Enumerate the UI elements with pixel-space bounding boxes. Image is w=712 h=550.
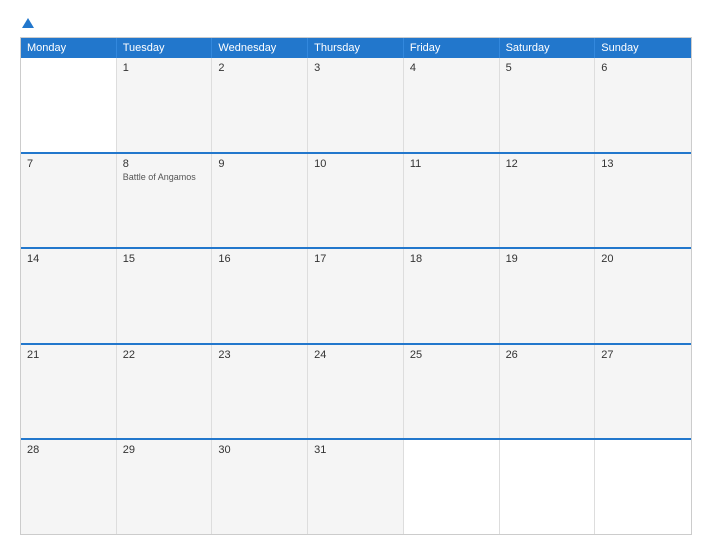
logo-triangle-icon [22,18,34,28]
day-number: 2 [218,62,301,74]
day-number: 20 [601,253,685,265]
cal-cell [500,440,596,534]
calendar-header: MondayTuesdayWednesdayThursdayFridaySatu… [21,38,691,58]
day-number: 7 [27,158,110,170]
calendar: MondayTuesdayWednesdayThursdayFridaySatu… [20,37,692,535]
cal-cell: 1 [117,58,213,152]
day-header-thursday: Thursday [308,38,404,58]
event-label: Battle of Angamos [123,172,206,182]
week-row-4: 28 29 30 31 [21,440,691,534]
cal-cell: 22 [117,345,213,439]
day-number: 8 [123,158,206,170]
cal-cell: 10 [308,154,404,248]
cal-cell: 9 [212,154,308,248]
day-number: 30 [218,444,301,456]
cal-cell: 18 [404,249,500,343]
cal-cell: 27 [595,345,691,439]
cal-cell: 12 [500,154,596,248]
calendar-body: 12345678Battle of Angamos910111213141516… [21,58,691,534]
day-number: 12 [506,158,589,170]
cal-cell: 19 [500,249,596,343]
cal-cell [404,440,500,534]
cal-cell: 21 [21,345,117,439]
day-number: 1 [123,62,206,74]
day-header-wednesday: Wednesday [212,38,308,58]
cal-cell: 16 [212,249,308,343]
cal-cell: 28 [21,440,117,534]
day-number: 26 [506,349,589,361]
cal-cell [21,58,117,152]
cal-cell: 25 [404,345,500,439]
cal-cell: 15 [117,249,213,343]
cal-cell: 23 [212,345,308,439]
day-number: 19 [506,253,589,265]
day-number: 28 [27,444,110,456]
day-number: 14 [27,253,110,265]
day-number: 4 [410,62,493,74]
cal-cell: 30 [212,440,308,534]
day-header-saturday: Saturday [500,38,596,58]
cal-cell: 5 [500,58,596,152]
cal-cell: 4 [404,58,500,152]
logo [20,15,34,29]
week-row-1: 7 8 Battle of Angamos 9 10 11 12 13 [21,154,691,250]
cal-cell: 14 [21,249,117,343]
cal-cell: 20 [595,249,691,343]
day-header-tuesday: Tuesday [117,38,213,58]
day-number: 16 [218,253,301,265]
day-number: 9 [218,158,301,170]
page: MondayTuesdayWednesdayThursdayFridaySatu… [0,0,712,550]
logo-blue-text [20,15,34,29]
cal-cell: 6 [595,58,691,152]
day-header-monday: Monday [21,38,117,58]
day-header-friday: Friday [404,38,500,58]
cal-cell: 17 [308,249,404,343]
cal-cell: 8 Battle of Angamos [117,154,213,248]
day-number: 21 [27,349,110,361]
day-number: 13 [601,158,685,170]
week-row-0: 123456 [21,58,691,154]
cal-cell: 24 [308,345,404,439]
cal-cell: 31 [308,440,404,534]
day-number: 5 [506,62,589,74]
header [20,15,692,29]
day-number: 10 [314,158,397,170]
cal-cell: 3 [308,58,404,152]
cal-cell: 29 [117,440,213,534]
cal-cell: 11 [404,154,500,248]
day-number: 6 [601,62,685,74]
cal-cell: 7 [21,154,117,248]
day-number: 22 [123,349,206,361]
day-number: 25 [410,349,493,361]
day-number: 24 [314,349,397,361]
day-number: 31 [314,444,397,456]
cal-cell: 13 [595,154,691,248]
day-number: 27 [601,349,685,361]
cal-cell [595,440,691,534]
day-number: 29 [123,444,206,456]
week-row-2: 14 15 16 17 18 19 20 [21,249,691,345]
day-number: 23 [218,349,301,361]
day-number: 11 [410,158,493,170]
day-number: 3 [314,62,397,74]
week-row-3: 21 22 23 24 25 26 27 [21,345,691,441]
day-header-sunday: Sunday [595,38,691,58]
cal-cell: 26 [500,345,596,439]
day-number: 15 [123,253,206,265]
day-number: 17 [314,253,397,265]
cal-cell: 2 [212,58,308,152]
day-number: 18 [410,253,493,265]
